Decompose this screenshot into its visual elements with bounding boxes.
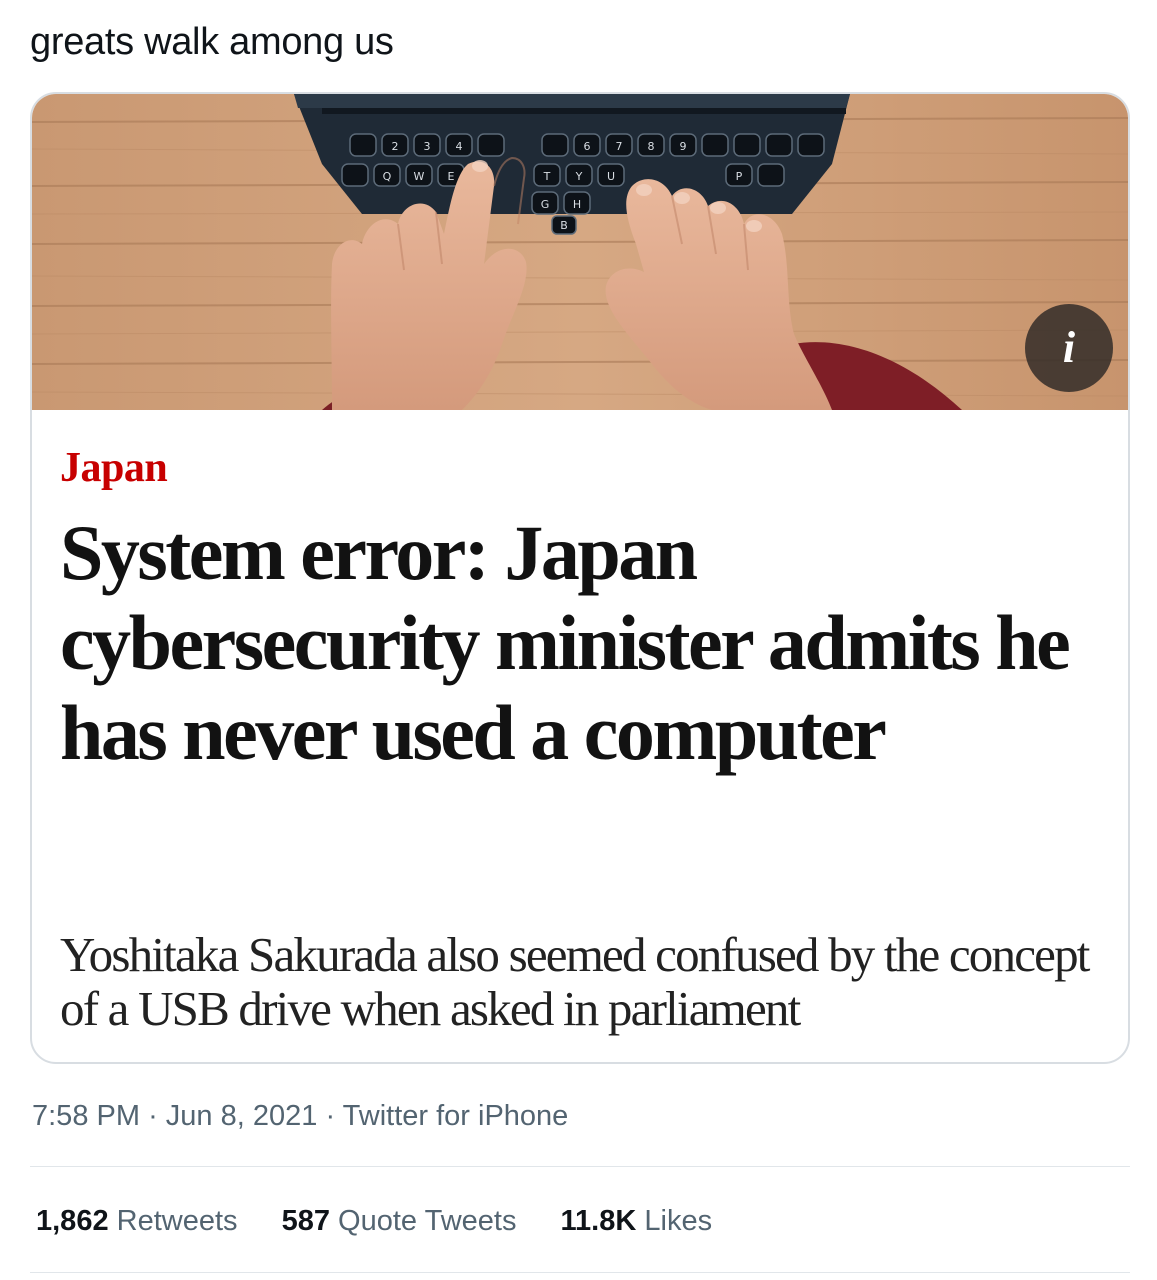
meta-separator: · [325,1100,336,1132]
svg-text:6: 6 [584,140,591,153]
card-standfirst: Yoshitaka Sakurada also seemed confused … [60,927,1090,1036]
card-image[interactable]: 2 3 4 6 7 8 9 Q W E T Y U P G H B i [32,94,1128,410]
svg-text:U: U [607,170,615,183]
tweet-date[interactable]: Jun 8, 2021 [166,1100,318,1132]
svg-text:7: 7 [616,140,623,153]
svg-text:Y: Y [575,170,583,183]
svg-text:E: E [448,170,455,183]
svg-text:9: 9 [680,140,687,153]
svg-text:3: 3 [424,140,431,153]
tweet-text: greats walk among us [30,21,394,63]
svg-text:G: G [541,198,550,211]
svg-text:P: P [736,170,743,183]
retweets-label: Retweets [116,1205,238,1237]
svg-text:B: B [560,219,568,232]
quote-tweets-label: Quote Tweets [338,1205,517,1237]
divider [30,1272,1130,1273]
tweet-time[interactable]: 7:58 PM [32,1100,140,1132]
quote-tweets-count: 587 [281,1205,330,1237]
svg-text:4: 4 [456,140,463,153]
svg-text:Q: Q [383,170,392,183]
divider [30,1166,1130,1167]
quote-tweets-stat[interactable]: 587 Quote Tweets [282,1202,517,1240]
meta-separator: · [148,1100,158,1132]
tweet-source[interactable]: Twitter for iPhone [343,1100,569,1132]
tweet-meta: 7:58 PM · Jun 8, 2021 · Twitter for iPho… [32,1098,568,1134]
likes-label: Likes [644,1205,713,1237]
retweets-stat[interactable]: 1,862 Retweets [36,1202,238,1240]
svg-text:H: H [573,198,581,211]
retweets-count: 1,862 [36,1205,109,1237]
svg-text:2: 2 [392,140,399,153]
svg-text:T: T [543,170,551,183]
likes-count: 11.8K [560,1205,637,1237]
svg-text:W: W [414,170,425,183]
section-label: Japan [60,445,168,491]
info-icon[interactable]: i [1025,304,1113,392]
link-card[interactable]: 2 3 4 6 7 8 9 Q W E T Y U P G H B i Japa… [30,92,1130,1064]
tweet-stats: 1,862 Retweets 587 Quote Tweets 11.8K Li… [36,1202,748,1240]
svg-text:8: 8 [648,140,655,153]
likes-stat[interactable]: 11.8K Likes [561,1202,713,1240]
typewriter-hands-photo: 2 3 4 6 7 8 9 Q W E T Y U P G H B [32,94,1128,410]
card-headline[interactable]: System error: Japan cybersecurity minist… [60,508,1080,778]
